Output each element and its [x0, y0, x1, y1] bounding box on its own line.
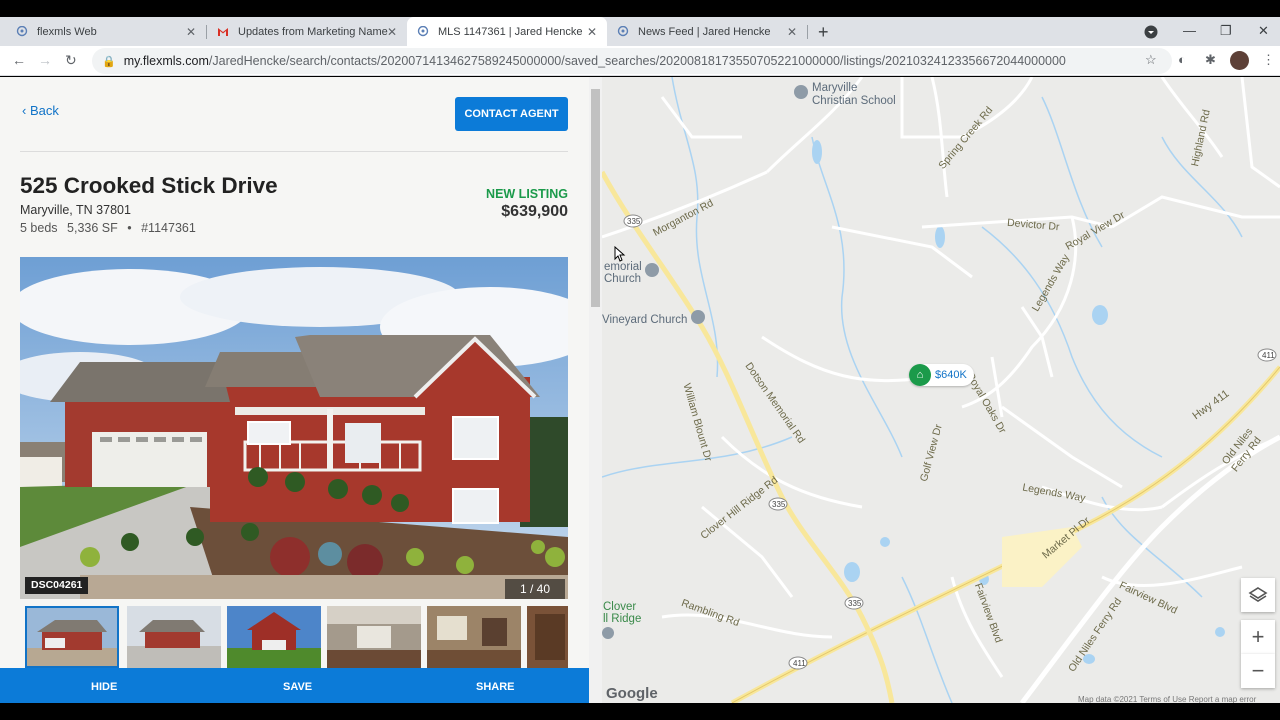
gmail-icon [218, 27, 228, 36]
bullet: • [127, 221, 132, 235]
layers-icon [1248, 587, 1268, 602]
google-logo: Google [606, 685, 658, 702]
square-feet: 5,336 SF [67, 221, 118, 235]
tab-title: News Feed | Jared Hencke [638, 25, 771, 38]
divider [20, 151, 568, 152]
thumbnail[interactable] [127, 606, 221, 668]
svg-text:411: 411 [1262, 351, 1275, 360]
tab-title: MLS 1147361 | Jared Hencke [438, 25, 583, 38]
tab-title: flexmls Web [37, 25, 97, 38]
chevron-left-icon: ‹ [22, 103, 30, 118]
bookmark-star-icon[interactable]: ☆ [1145, 52, 1157, 68]
close-icon[interactable]: ✕ [186, 25, 196, 39]
restore-icon[interactable]: ❐ [1220, 23, 1232, 39]
mls-number: #1147361 [141, 221, 196, 235]
flexmls-icon [16, 25, 28, 36]
svg-text:335: 335 [848, 599, 862, 608]
zoom-in-button[interactable]: + [1241, 620, 1275, 654]
screen: flexmls Web ✕ Updates from Marketing Nam… [0, 0, 1280, 720]
map[interactable]: 335 335 335 411 411 Maryville Christian … [602, 77, 1280, 703]
listing-action-bar: HIDE SAVE SHARE [0, 668, 602, 703]
url-host: my.flexmls.com [123, 54, 209, 68]
thumbnail[interactable] [227, 606, 321, 668]
pin-price: $640K [935, 369, 967, 381]
forward-arrow-icon[interactable]: → [38, 52, 52, 68]
tab-mls-listing[interactable]: MLS 1147361 | Jared Hencke ✕ [407, 17, 607, 46]
cursor-icon [614, 246, 626, 262]
window-close-icon[interactable]: ✕ [1258, 23, 1269, 39]
lock-icon: 🔒 [102, 55, 116, 68]
map-layers-button[interactable] [1241, 578, 1275, 612]
close-icon[interactable]: ✕ [587, 25, 597, 39]
tab-flexmls-web[interactable]: flexmls Web ✕ [6, 17, 206, 46]
back-arrow-icon[interactable]: ← [12, 52, 26, 68]
status-badge: NEW LISTING [486, 187, 568, 201]
beds: 5 beds [20, 221, 58, 235]
tab-news-feed[interactable]: News Feed | Jared Hencke ✕ [607, 17, 807, 46]
svg-text:335: 335 [627, 217, 641, 226]
listing-city: Maryville, TN 37801 [20, 203, 131, 217]
puzzle-icon[interactable]: ✱ [1205, 52, 1216, 68]
zoom-out-button[interactable]: − [1241, 654, 1275, 688]
scrollbar-thumb[interactable] [591, 89, 600, 307]
svg-text:335: 335 [772, 500, 786, 509]
flexmls-icon [417, 25, 429, 36]
listing-price: $639,900 [501, 203, 568, 220]
close-icon[interactable]: ✕ [387, 25, 397, 39]
hide-button[interactable]: HIDE [91, 668, 117, 703]
share-button[interactable]: SHARE [476, 668, 515, 703]
thumbnail[interactable] [25, 606, 119, 668]
home-icon: ⌂ [909, 364, 931, 386]
extension-icon[interactable]: ◐ [1178, 52, 1186, 67]
browser-tab-strip: flexmls Web ✕ Updates from Marketing Nam… [0, 17, 1280, 46]
profile-menu-icon[interactable] [1144, 25, 1158, 39]
tab-title: Updates from Marketing Name F [238, 25, 388, 38]
poi-clover-hill-ridge[interactable]: Clover ll Ridge [603, 601, 641, 625]
photo-caption: DSC04261 [25, 577, 89, 594]
plus-icon: + [1251, 624, 1265, 649]
poi-maryville-christian-school[interactable]: Maryville Christian School [812, 82, 896, 108]
listing-map-pin[interactable]: ⌂ $640K [909, 364, 974, 386]
poi-memorial-church[interactable]: emorial Church [604, 261, 642, 285]
browser-toolbar: ← → ↻ 🔒 my.flexmls.com/JaredHencke/searc… [0, 46, 1280, 76]
poi-vineyard-church[interactable]: Vineyard Church [602, 314, 687, 326]
listing-photo[interactable] [20, 257, 568, 599]
flexmls-icon [617, 25, 629, 36]
listing-meta: 5 beds 5,336 SF • #1147361 [20, 221, 202, 235]
thumbnail[interactable] [427, 606, 521, 668]
more-menu-icon[interactable]: ⋮ [1262, 52, 1275, 68]
svg-text:411: 411 [793, 659, 806, 668]
close-icon[interactable]: ✕ [787, 25, 797, 39]
new-tab-button[interactable]: + [818, 22, 829, 43]
address-bar[interactable]: 🔒 my.flexmls.com/JaredHencke/search/cont… [92, 48, 1172, 74]
thumbnail[interactable] [527, 606, 568, 668]
minus-icon: − [1251, 658, 1265, 683]
tab-gmail[interactable]: Updates from Marketing Name F ✕ [207, 17, 407, 46]
thumbnail[interactable] [327, 606, 421, 668]
save-button[interactable]: SAVE [283, 668, 312, 703]
photo-counter: 1 / 40 [505, 579, 565, 599]
back-link[interactable]: ‹ Back [22, 103, 59, 118]
url-path: /JaredHencke/search/contacts/20200714134… [208, 54, 1066, 68]
minimize-icon[interactable]: — [1183, 23, 1196, 38]
avatar[interactable] [1230, 51, 1249, 70]
map-attribution[interactable]: Map data ©2021 Terms of Use Report a map… [1078, 695, 1256, 703]
contact-agent-button[interactable]: CONTACT AGENT [455, 97, 568, 131]
photo-thumbnails [25, 606, 568, 668]
listing-address: 525 Crooked Stick Drive [20, 173, 278, 198]
scrollbar[interactable] [589, 77, 602, 703]
back-label: Back [29, 103, 59, 118]
reload-icon[interactable]: ↻ [65, 52, 77, 69]
listing-panel: ‹ Back CONTACT AGENT 525 Crooked Stick D… [0, 77, 602, 703]
